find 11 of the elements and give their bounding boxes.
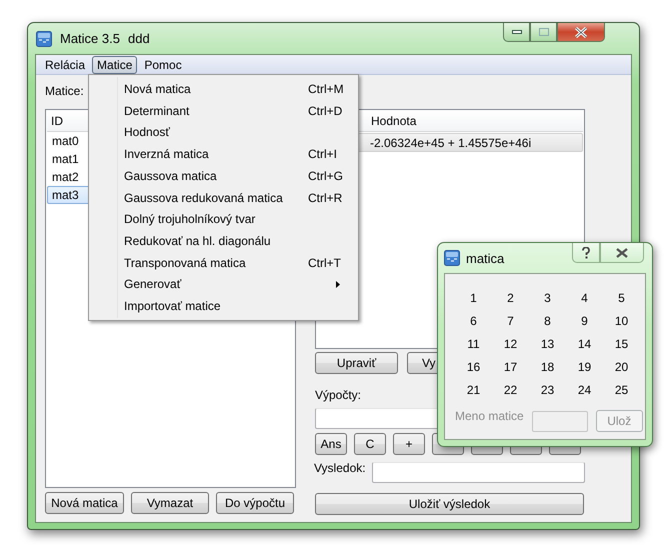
window-title: Matice 3.5 <box>60 31 120 46</box>
calculations-label: Výpočty: <box>315 389 362 402</box>
shortcut-text: Ctrl+G <box>308 168 344 183</box>
result-label: Vysledok: <box>314 462 366 475</box>
document-name: ddd <box>128 31 150 46</box>
shortcut-text: Ctrl+T <box>308 256 341 270</box>
dialog-title: matica <box>466 250 504 266</box>
shortcut-text: Ctrl+M <box>308 82 344 96</box>
shortcut-text: Ctrl+R <box>308 190 342 205</box>
matrices-label: Matice: <box>45 85 84 98</box>
matrix-name-label: Meno matice <box>455 410 524 423</box>
